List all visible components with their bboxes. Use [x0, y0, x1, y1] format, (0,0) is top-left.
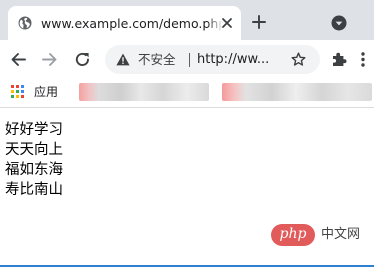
address-bar[interactable]: 不安全 http://ww... [105, 45, 320, 74]
puzzle-icon[interactable] [331, 51, 347, 67]
text-line: 福如东海 [5, 162, 63, 178]
bottom-edge [0, 260, 374, 267]
new-tab-plus-icon[interactable] [252, 15, 266, 29]
bookmarks-bar: 应用 [0, 78, 374, 108]
text-line: 天天向上 [5, 142, 63, 158]
warning-icon[interactable] [116, 53, 130, 66]
globe-icon [18, 16, 32, 30]
security-label[interactable]: 不安全 [138, 51, 176, 68]
blurred-bookmark[interactable] [79, 83, 209, 101]
star-icon[interactable] [291, 52, 306, 67]
text-line: 好好学习 [5, 122, 63, 138]
apps-grid-icon[interactable] [11, 85, 24, 98]
tab-title: www.example.com/demo.php [41, 15, 223, 33]
text-line: 寿比南山 [5, 182, 63, 198]
kebab-menu-icon[interactable] [360, 51, 366, 68]
tab-search-icon[interactable] [331, 15, 347, 31]
page-content: 好好学习 天天向上 福如东海 寿比南山 php 中文网 [0, 109, 374, 260]
toolbar: 不安全 http://ww... [0, 40, 374, 78]
reload-icon[interactable] [74, 51, 91, 68]
arrow-left-icon[interactable] [10, 51, 27, 68]
php-logo-text: php [279, 226, 307, 242]
blurred-bookmark[interactable] [222, 83, 372, 101]
arrow-right-icon[interactable] [41, 51, 58, 68]
url-text[interactable]: http://ww... [197, 51, 287, 68]
watermark-text: 中文网 [321, 227, 361, 242]
close-icon[interactable] [220, 16, 234, 30]
tab-title-text: www.example.com/demo.php [41, 16, 223, 31]
omnibox-divider [189, 53, 190, 67]
tab-strip: www.example.com/demo.php [0, 0, 374, 40]
browser-tab[interactable]: www.example.com/demo.php [8, 6, 241, 40]
apps-label[interactable]: 应用 [34, 84, 58, 100]
php-logo: php [271, 224, 315, 246]
